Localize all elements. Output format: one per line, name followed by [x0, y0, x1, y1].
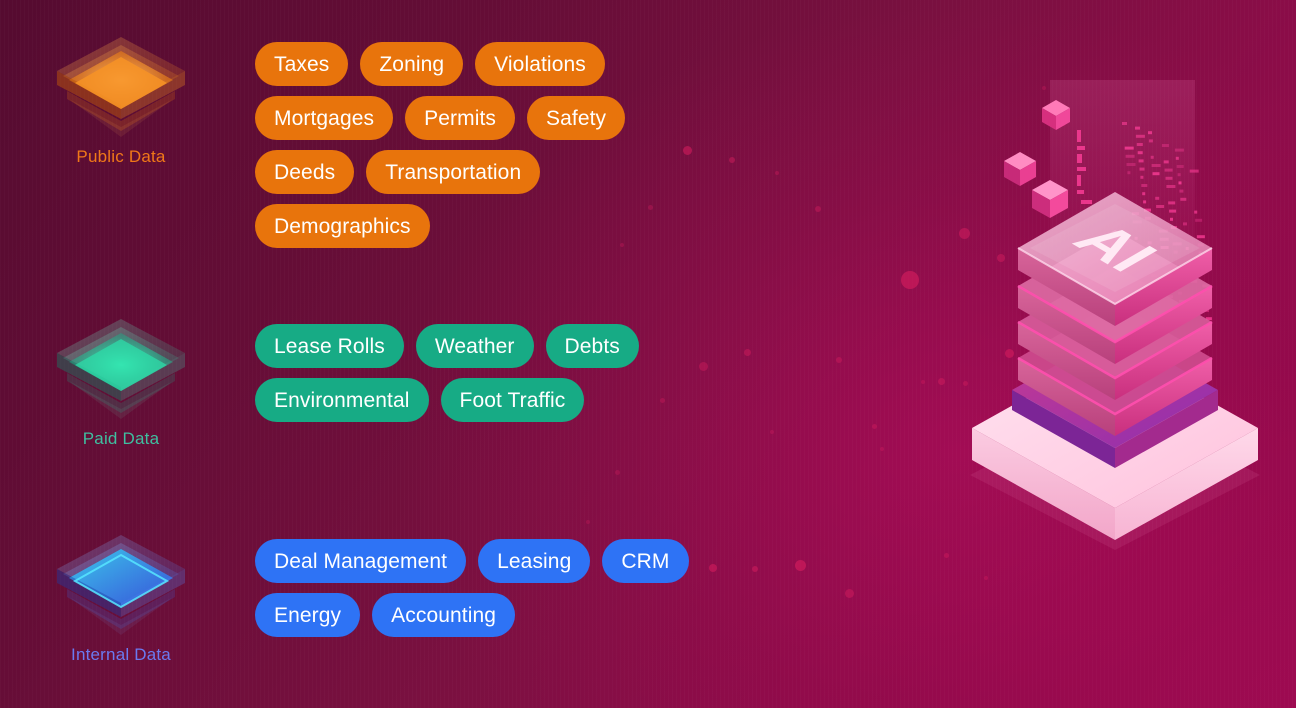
particle-dot: [815, 206, 821, 212]
isometric-layer-box-blue-icon: [57, 535, 185, 635]
chip-group-paid-data: Lease Rolls Weather Debts Environmental Foot…: [255, 324, 725, 422]
section-label-internal-data: Internal Data: [71, 645, 171, 664]
particle-dot: [744, 349, 751, 356]
section-label-public-data: Public Data: [76, 147, 166, 166]
particle-dot: [938, 378, 945, 385]
chip-public-data-0[interactable]: Taxes: [255, 42, 349, 86]
chip-internal-data-3[interactable]: Energy: [255, 593, 361, 637]
chip-group-internal-data: Deal Management Leasing CRM Energy Accountin…: [255, 539, 725, 637]
particle-dot: [836, 357, 842, 363]
chip-group-public-data: Taxes Zoning Violations Mortgages Permits Saf…: [255, 42, 725, 248]
isometric-layer-box-teal-icon: [57, 319, 185, 419]
icon-public-data: Public Data: [55, 35, 187, 185]
chip-paid-data-1[interactable]: Weather: [415, 324, 534, 368]
particle-dot: [615, 470, 620, 475]
chip-paid-data-4[interactable]: Foot Traffic: [440, 378, 585, 422]
chip-public-data-1[interactable]: Zoning: [360, 42, 464, 86]
floating-cube-2: [1004, 152, 1036, 186]
chip-internal-data-0[interactable]: Deal Management: [255, 539, 467, 583]
particle-dot: [845, 589, 854, 598]
chip-internal-data-4[interactable]: Accounting: [372, 593, 516, 637]
particle-dot: [921, 380, 925, 384]
particle-dot: [752, 566, 758, 572]
particle-dot: [880, 447, 884, 451]
infographic-stage: Public Data Taxes Zoning Violations Mortgag…: [0, 0, 1296, 708]
chip-public-data-2[interactable]: Violations: [475, 42, 605, 86]
ai-server-illustration: AI: [970, 80, 1260, 550]
chip-public-data-7[interactable]: Transportation: [366, 150, 541, 194]
chip-public-data-4[interactable]: Permits: [405, 96, 515, 140]
section-label-paid-data: Paid Data: [82, 429, 160, 448]
particle-dot: [901, 271, 919, 289]
icon-internal-data: Internal Data: [55, 533, 187, 683]
icon-paid-data: Paid Data: [55, 317, 187, 467]
particle-dot: [775, 171, 779, 175]
chip-public-data-3[interactable]: Mortgages: [255, 96, 394, 140]
particle-dot: [944, 553, 949, 558]
chip-paid-data-2[interactable]: Debts: [545, 324, 639, 368]
particle-dot: [586, 520, 590, 524]
particle-dot: [872, 424, 877, 429]
chip-internal-data-2[interactable]: CRM: [602, 539, 689, 583]
chip-public-data-5[interactable]: Safety: [527, 96, 626, 140]
isometric-layer-box-orange-icon: [57, 37, 185, 137]
ai-server-stack: AI: [950, 70, 1280, 550]
chip-internal-data-1[interactable]: Leasing: [478, 539, 591, 583]
particle-dot: [770, 430, 774, 434]
chip-paid-data-0[interactable]: Lease Rolls: [255, 324, 404, 368]
chip-public-data-8[interactable]: Demographics: [255, 204, 430, 248]
particle-dot: [984, 576, 988, 580]
particle-dot: [729, 157, 735, 163]
chip-public-data-6[interactable]: Deeds: [255, 150, 355, 194]
particle-dot: [795, 560, 806, 571]
chip-paid-data-3[interactable]: Environmental: [255, 378, 429, 422]
